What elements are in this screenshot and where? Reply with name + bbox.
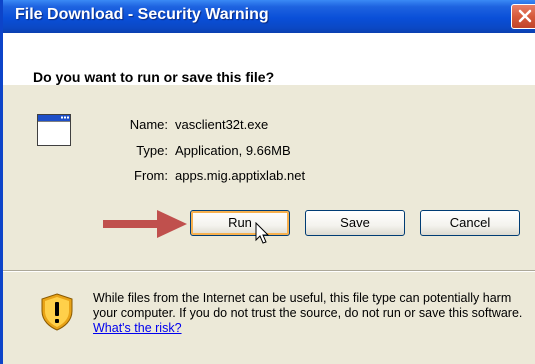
file-name-value: vasclient32t.exe — [175, 117, 269, 132]
window-title: File Download - Security Warning — [15, 6, 269, 23]
warning-text: While files from the Internet can be use… — [93, 291, 523, 320]
mouse-pointer-icon — [255, 222, 270, 244]
red-arrow-annotation — [103, 210, 187, 238]
title-bar[interactable]: File Download - Security Warning — [3, 0, 535, 33]
cancel-button[interactable]: Cancel — [420, 210, 520, 236]
file-from-label: From: — [134, 168, 168, 183]
close-icon — [518, 9, 532, 23]
run-button[interactable]: Run — [190, 210, 290, 236]
file-type-label: Type: — [136, 143, 168, 158]
file-name-label: Name: — [129, 117, 168, 132]
section-divider — [3, 270, 535, 272]
whats-the-risk-link[interactable]: What's the risk? — [93, 321, 182, 335]
warning-message: While files from the Internet can be use… — [93, 291, 533, 336]
file-type-value: Application, 9.66MB — [175, 143, 291, 158]
security-shield-icon — [41, 293, 73, 331]
security-warning-dialog: File Download - Security Warning Do you … — [0, 0, 535, 364]
close-button[interactable] — [511, 4, 535, 29]
save-button[interactable]: Save — [305, 210, 405, 236]
application-window-icon — [37, 114, 71, 146]
file-from-value: apps.mig.apptixlab.net — [175, 168, 306, 183]
question-heading: Do you want to run or save this file? — [33, 69, 275, 85]
